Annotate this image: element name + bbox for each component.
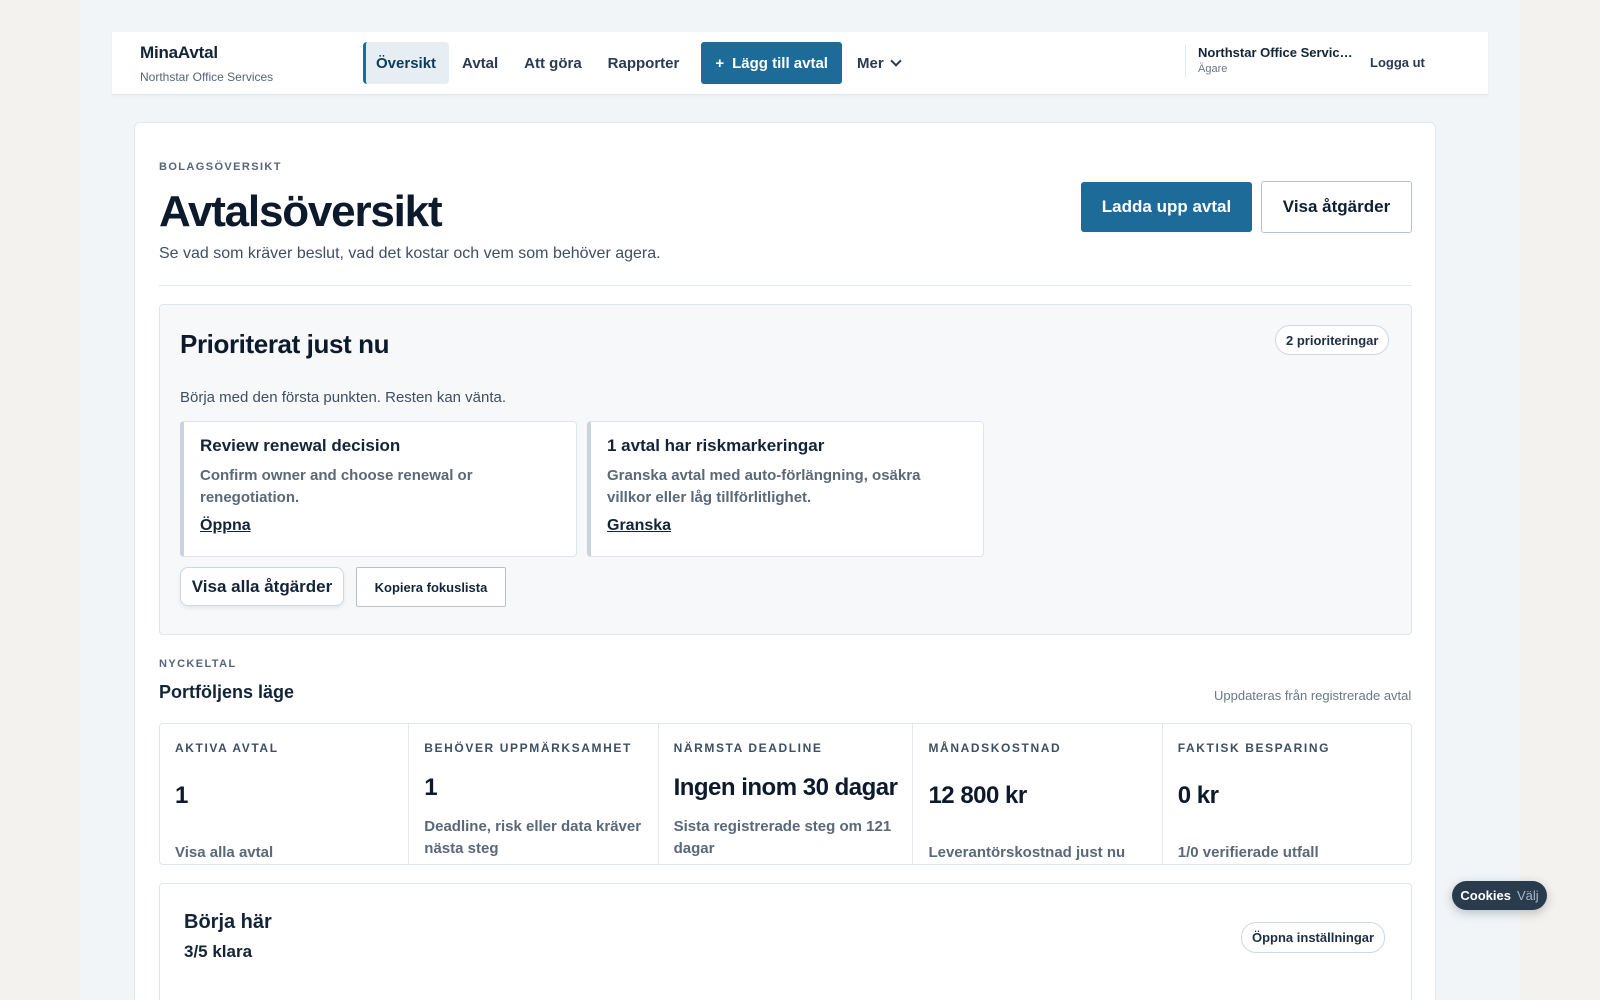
focus-card-description: Granska avtal med auto-förlängning, osäk… — [607, 467, 921, 506]
add-contract-button[interactable]: + Lägg till avtal — [701, 42, 842, 84]
priority-count-badge: 2 prioriteringar — [1275, 325, 1390, 355]
kpi-label: NÄRMSTA DEADLINE — [673, 741, 823, 755]
focus-card-review-link[interactable]: Granska — [607, 517, 671, 535]
add-contract-label: Lägg till avtal — [732, 54, 828, 72]
kpi-monthly-cost[interactable]: MÅNADSKOSTNAD 12 800 kr Leverantörskostn… — [913, 724, 1163, 864]
priority-panel: Prioriterat just nu 2 prioriteringar Bör… — [159, 304, 1412, 635]
upload-contract-button[interactable]: Ladda upp avtal — [1081, 182, 1252, 232]
main-nav: Översikt Avtal Att göra Rapporter + Lägg… — [363, 42, 913, 84]
account-role: Ägare — [1198, 63, 1228, 75]
kpi-label: AKTIVA AVTAL — [175, 741, 279, 755]
kpi-section-title: Portföljens läge — [159, 682, 295, 702]
kpi-description: Sista registrerade steg om 121 dagar — [673, 818, 892, 857]
nav-item-avtal[interactable]: Avtal — [449, 42, 511, 84]
logout-button[interactable]: Logga ut — [1370, 55, 1425, 70]
nav-item-rapporter[interactable]: Rapporter — [595, 42, 693, 84]
getting-started-title: Börja här — [184, 911, 272, 933]
kpi-update-note: Uppdateras från registrerade avtal — [1214, 688, 1412, 703]
kpi-value: Ingen inom 30 dagar — [673, 774, 898, 801]
kpi-nearest-deadline[interactable]: NÄRMSTA DEADLINE Ingen inom 30 dagar Sis… — [659, 724, 914, 864]
kpi-value: 0 kr — [1177, 782, 1219, 809]
brand-company: Northstar Office Services — [140, 70, 274, 84]
focus-card-title: Review renewal decision — [200, 436, 401, 455]
kpi-label: MÅNADSKOSTNAD — [928, 741, 1062, 755]
open-settings-button[interactable]: Öppna inställningar — [1241, 922, 1386, 953]
kpi-eyebrow: NYCKELTAL — [159, 658, 237, 670]
focus-card-description: Confirm owner and choose renewal or rene… — [200, 467, 473, 506]
page-title: Avtalsöversikt — [159, 187, 443, 236]
getting-started-card: Börja här 3/5 klara Öppna inställningar — [159, 883, 1412, 1000]
getting-started-progress: 3/5 klara — [184, 942, 253, 961]
priority-subtitle: Börja med den första punkten. Resten kan… — [180, 389, 507, 406]
cookie-choose-link[interactable]: Välj — [1517, 888, 1539, 903]
kpi-actual-savings[interactable]: FAKTISK BESPARING 0 kr 1/0 verifierade u… — [1163, 724, 1411, 864]
nav-item-att-gora[interactable]: Att göra — [511, 42, 595, 84]
top-navigation-bar: MinaAvtal Northstar Office Services Över… — [112, 32, 1488, 95]
header-divider — [159, 285, 1412, 286]
show-actions-button[interactable]: Visa åtgärder — [1261, 181, 1412, 233]
cookie-consent-chip[interactable]: Cookies Välj — [1452, 881, 1547, 910]
kpi-needs-attention[interactable]: BEHÖVER UPPMÄRKSAMHET 1 Deadline, risk e… — [409, 724, 659, 864]
plus-icon: + — [715, 54, 725, 72]
kpi-label: FAKTISK BESPARING — [1177, 741, 1331, 755]
cookie-title: Cookies — [1460, 888, 1511, 903]
kpi-grid: AKTIVA AVTAL 1 Visa alla avtal BEHÖVER U… — [159, 723, 1412, 865]
copy-focus-list-button[interactable]: Kopiera fokuslista — [356, 567, 506, 607]
brand[interactable]: MinaAvtal Northstar Office Services — [140, 43, 273, 84]
focus-card-open-link[interactable]: Öppna — [200, 517, 251, 535]
focus-card-title: 1 avtal har riskmarkeringar — [607, 436, 825, 455]
kpi-value: 12 800 kr — [928, 782, 1027, 809]
kpi-value: 1 — [424, 774, 438, 801]
chevron-down-icon — [890, 55, 902, 67]
priority-title: Prioriterat just nu — [180, 329, 390, 359]
account-name: Northstar Office Services — [1198, 45, 1353, 60]
kpi-value: 1 — [175, 782, 188, 809]
show-all-actions-button[interactable]: Visa alla åtgärder — [180, 567, 344, 606]
more-menu-button[interactable]: Mer — [844, 42, 913, 84]
nav-item-oversikt[interactable]: Översikt — [363, 42, 450, 84]
app-canvas: MinaAvtal Northstar Office Services Över… — [80, 0, 1520, 1000]
kpi-label: BEHÖVER UPPMÄRKSAMHET — [424, 741, 632, 755]
kpi-description: 1/0 verifierade utfall — [1177, 844, 1319, 861]
focus-card: Review renewal decision Confirm owner an… — [180, 421, 577, 557]
kpi-description: Leverantörskostnad just nu — [928, 844, 1126, 861]
page-eyebrow: BOLAGSÖVERSIKT — [159, 161, 282, 173]
page-subtitle: Se vad som kräver beslut, vad det kostar… — [159, 245, 661, 262]
focus-card: 1 avtal har riskmarkeringar Granska avta… — [587, 421, 984, 557]
overview-card: BOLAGSÖVERSIKT Avtalsöversikt Se vad som… — [134, 122, 1436, 1000]
brand-name: MinaAvtal — [140, 43, 218, 62]
kpi-active-contracts[interactable]: AKTIVA AVTAL 1 Visa alla avtal — [160, 724, 410, 864]
kpi-description: Visa alla avtal — [175, 844, 274, 861]
account-info[interactable]: Northstar Office Services Ägare — [1185, 45, 1353, 77]
more-menu-label: Mer — [856, 54, 884, 72]
kpi-description: Deadline, risk eller data kräver nästa s… — [424, 818, 642, 857]
